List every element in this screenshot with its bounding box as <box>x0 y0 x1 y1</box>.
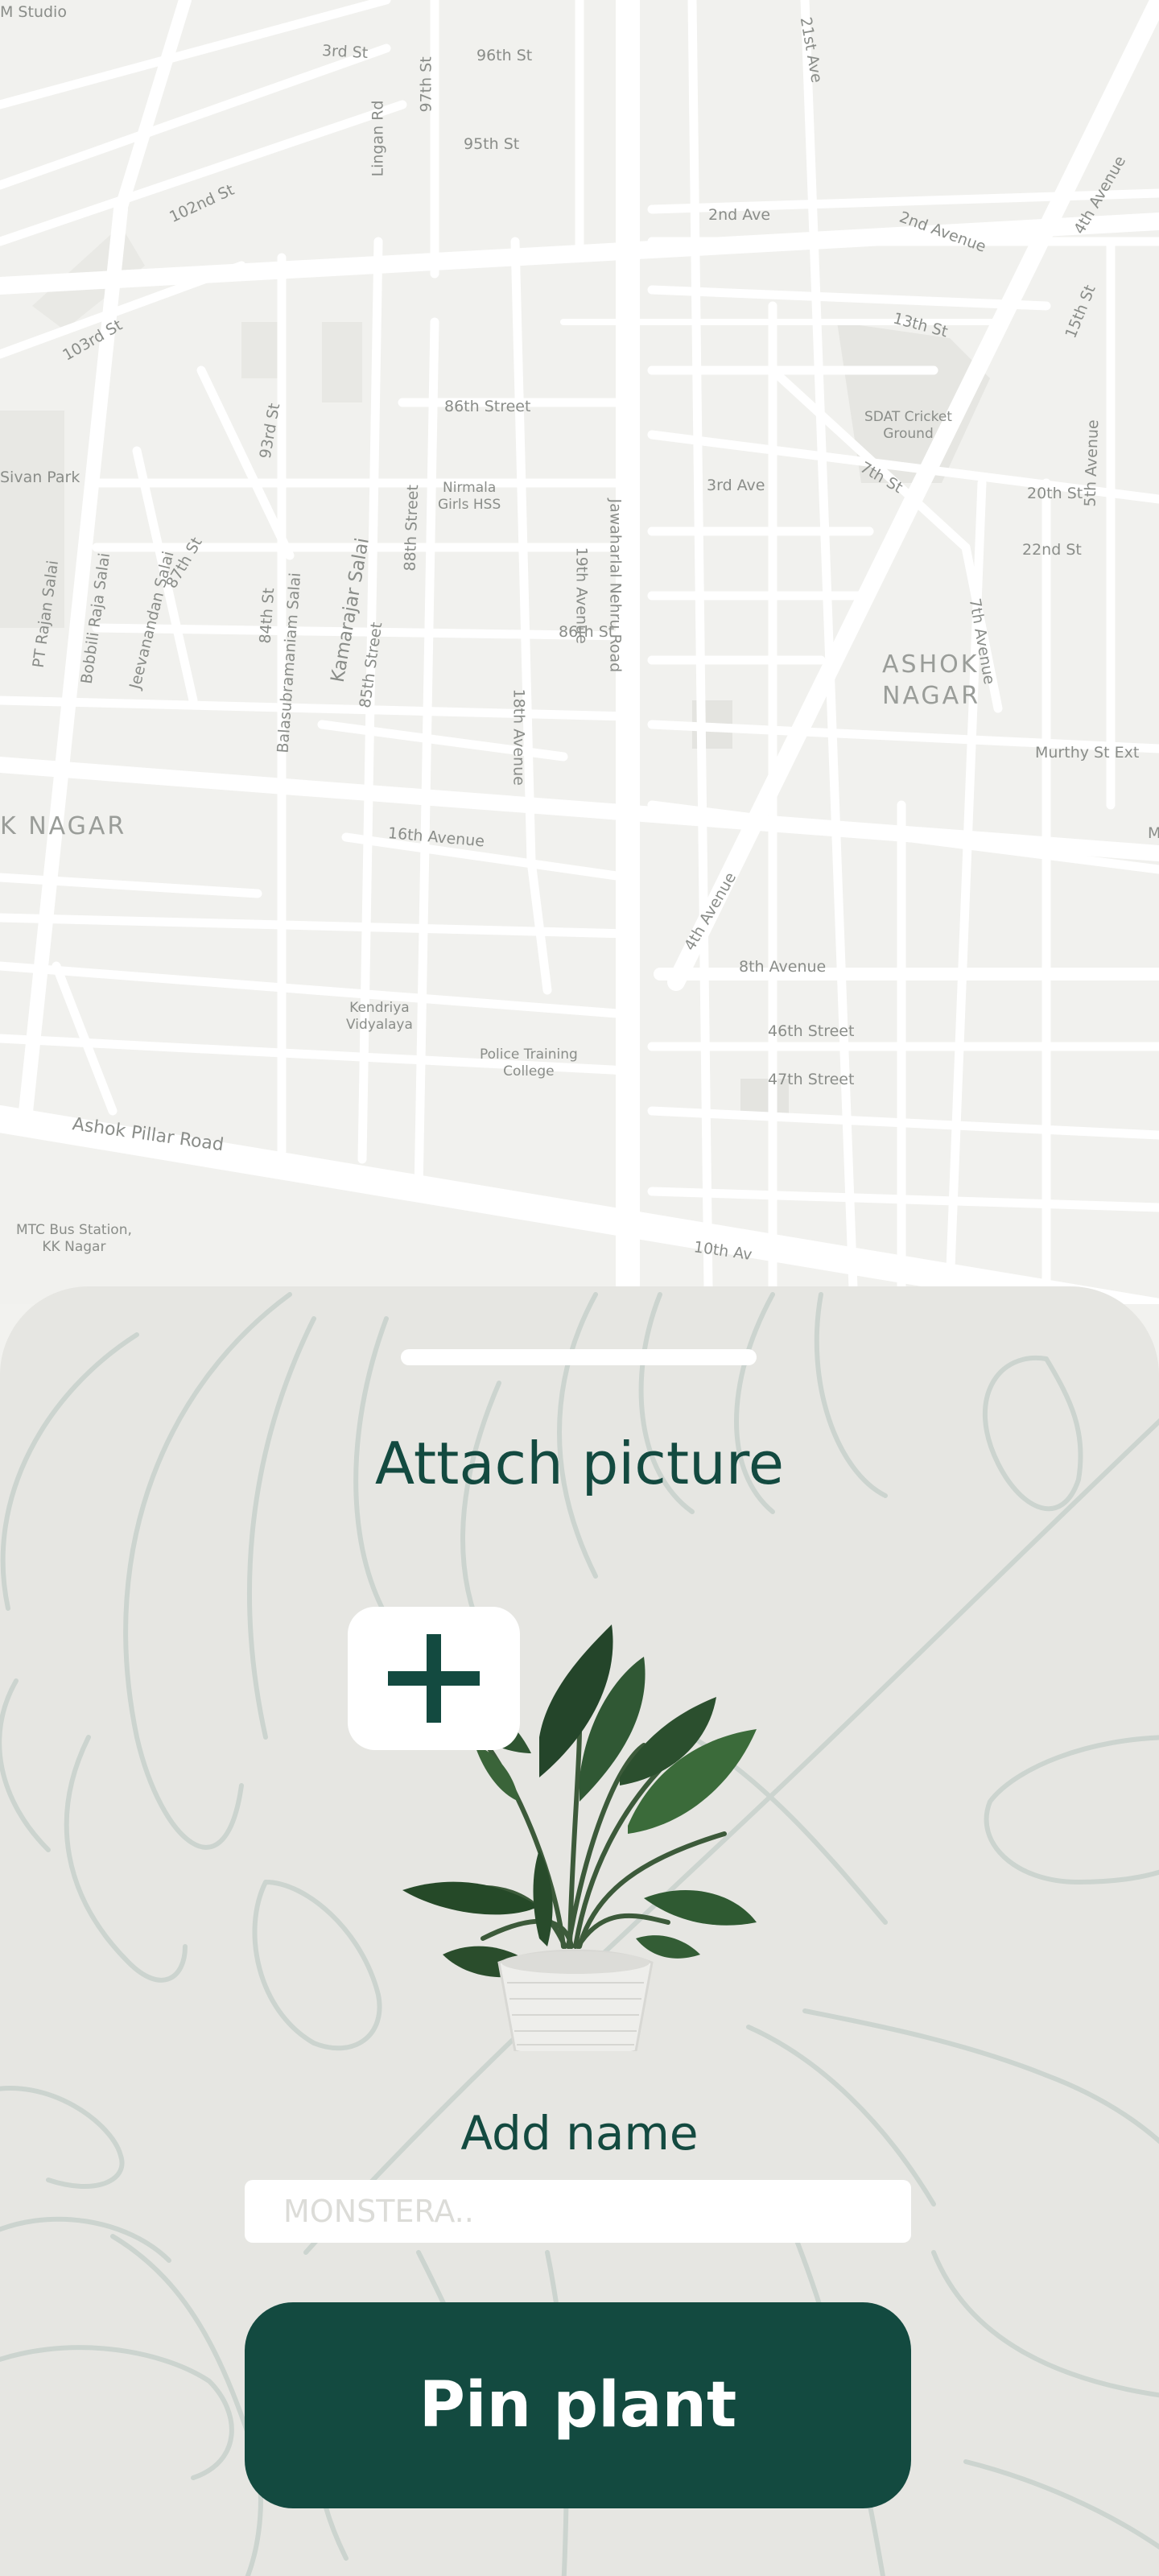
map-label: Lingan Rd <box>369 100 387 177</box>
area-label: ASHOK NAGAR <box>882 650 981 710</box>
map-label: 46th Street <box>768 1022 855 1040</box>
area-label: K NAGAR <box>0 812 127 840</box>
map-label: 8th Avenue <box>739 958 827 976</box>
map-poi-label: Kendriya Vidyalaya <box>346 1000 413 1034</box>
map-label: M Studio <box>0 3 67 21</box>
map-label: Jawaharlal Nehru Road <box>606 498 625 673</box>
map-label: 3rd St <box>321 42 369 62</box>
map-poi-label: Police Training College <box>480 1046 578 1080</box>
map-poi-label: Nirmala Girls HSS <box>438 480 501 514</box>
map-label: 3rd Ave <box>707 477 765 494</box>
map-label: 86th Street <box>444 398 531 415</box>
map-poi-label: SDAT Cricket Ground <box>864 409 952 443</box>
map-label: 84th St <box>256 587 278 645</box>
map-label: 96th St <box>476 47 533 64</box>
map-label: 5th Avenue <box>1081 419 1103 507</box>
map-poi-label: MTC Bus Station, KK Nagar <box>16 1222 132 1256</box>
plant-name-input[interactable] <box>245 2180 911 2243</box>
map-label: Murthy St Ext <box>1035 744 1140 762</box>
map-label: Sivan Park <box>0 469 80 486</box>
map-label: 97th St <box>417 56 435 113</box>
plus-icon <box>388 1671 480 1686</box>
map-label: 20th St <box>1027 485 1083 502</box>
map-label: 47th Street <box>768 1071 855 1088</box>
map-label: 95th St <box>464 135 520 153</box>
attach-picture-button[interactable] <box>348 1607 520 1750</box>
map-label: 2nd Ave <box>708 206 771 224</box>
add-name-label: Add name <box>460 2106 699 2161</box>
bottom-sheet: Attach picture Add name MONSTERA.. Pin p… <box>0 1286 1159 2576</box>
map-label: 86th St <box>559 623 615 641</box>
sheet-title: Attach picture <box>374 1430 785 1497</box>
map-label: 88th Street <box>401 484 423 572</box>
drag-handle[interactable] <box>401 1349 757 1365</box>
map-view[interactable]: M Studio 3rd St 96th St 95th St Lingan R… <box>0 0 1159 1304</box>
map-label: 22nd St <box>1022 541 1082 559</box>
pin-plant-button[interactable]: Pin plant <box>245 2302 911 2508</box>
map-label: M <box>1148 824 1159 842</box>
map-label: 18th Avenue <box>509 688 528 786</box>
